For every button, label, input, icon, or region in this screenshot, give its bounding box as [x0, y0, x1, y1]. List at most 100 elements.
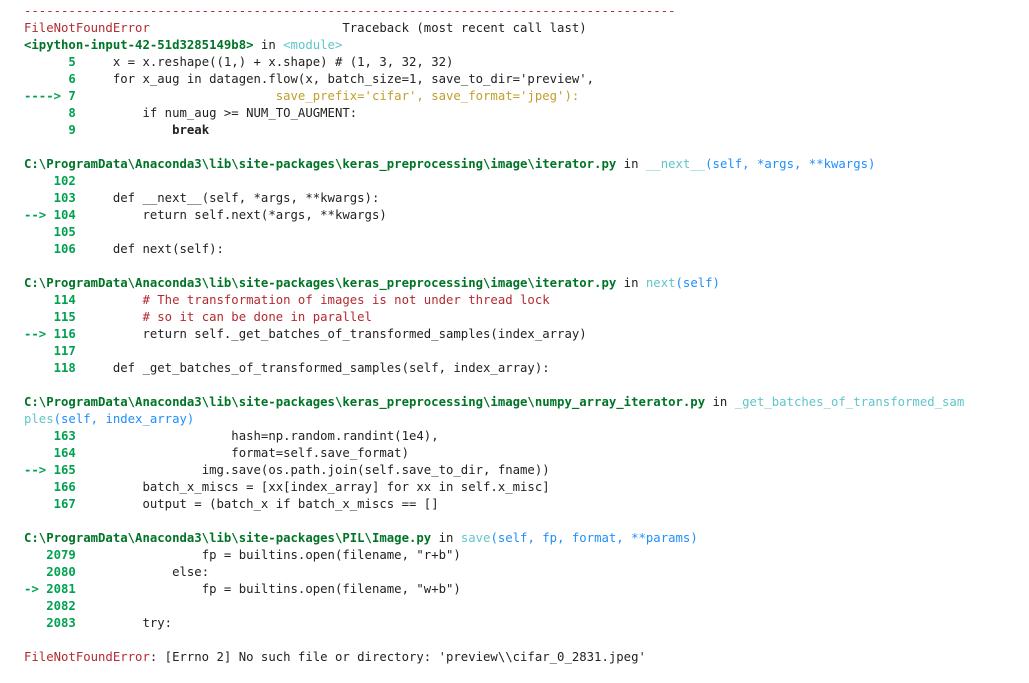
code-line: 163 hash=np.random.randint(1e4), [24, 428, 1029, 445]
frame-location: ples(self, index_array) [24, 411, 1029, 428]
code-line: --> 116 return self._get_batches_of_tran… [24, 326, 1029, 343]
code-line: 6 for x_aug in datagen.flow(x, batch_siz… [24, 71, 1029, 88]
code-line: 164 format=self.save_format) [24, 445, 1029, 462]
location-segment: next [645, 276, 676, 290]
line-code: fp = builtins.open(filename, "w+b") [83, 582, 461, 596]
location-segment: _get_batches_of_transformed_sam [734, 395, 965, 409]
location-segment: in [253, 38, 284, 52]
line-number: 167 [24, 497, 84, 511]
error-name: FileNotFoundError [24, 21, 150, 35]
location-segment: in [616, 157, 646, 171]
line-number: 5 [24, 55, 84, 69]
line-number: 102 [24, 174, 84, 188]
frame-location: C:\ProgramData\Anaconda3\lib\site-packag… [24, 394, 1029, 411]
line-code: x = x.reshape((1,) + x.shape) # (1, 3, 3… [83, 55, 454, 69]
location-segment: (self) [675, 276, 720, 290]
location-segment: C:\ProgramData\Anaconda3\lib\site-packag… [24, 531, 432, 545]
traceback-header: FileNotFoundError Traceback (most recent… [24, 20, 1029, 37]
frame-location: C:\ProgramData\Anaconda3\lib\site-packag… [24, 275, 1029, 292]
code-line: 9 break [24, 122, 1029, 139]
location-segment: C:\ProgramData\Anaconda3\lib\site-packag… [24, 276, 617, 290]
code-line: 102 [24, 173, 1029, 190]
line-number: --> 116 [24, 327, 84, 341]
location-segment: <module> [283, 38, 343, 52]
line-number: 8 [24, 106, 84, 120]
line-number: 114 [24, 293, 84, 307]
line-number: 117 [24, 344, 84, 358]
frame-location: C:\ProgramData\Anaconda3\lib\site-packag… [24, 156, 1029, 173]
traceback-frames: <ipython-input-42-51d3285149b8> in <modu… [24, 37, 1029, 632]
frame-location: C:\ProgramData\Anaconda3\lib\site-packag… [24, 530, 1029, 547]
final-error-message: : [Errno 2] No such file or directory: '… [149, 650, 646, 664]
code-line: 2080 else: [24, 564, 1029, 581]
line-number: 163 [24, 429, 84, 443]
code-line: 2083 try: [24, 615, 1029, 632]
line-number: --> 165 [24, 463, 84, 477]
line-code: save_prefix='cifar', save_format='jpeg')… [83, 89, 580, 103]
line-code: else: [83, 565, 210, 579]
code-line: 5 x = x.reshape((1,) + x.shape) # (1, 3,… [24, 54, 1029, 71]
location-segment: ples [24, 412, 54, 426]
location-segment: <ipython-input-42-51d3285149b8> [24, 38, 254, 52]
traceback-label: Traceback (most recent call last) [342, 21, 587, 35]
code-line: 166 batch_x_miscs = [xx[index_array] for… [24, 479, 1029, 496]
line-number: 105 [24, 225, 84, 239]
line-number: 118 [24, 361, 84, 375]
line-code: batch_x_miscs = [xx[index_array] for xx … [83, 480, 550, 494]
line-code: def __next__(self, *args, **kwargs): [83, 191, 380, 205]
line-code: def _get_batches_of_transformed_samples(… [83, 361, 550, 375]
line-number: 2082 [24, 599, 84, 613]
location-segment: (self, fp, format, **params) [490, 531, 698, 545]
code-line: 2082 [24, 598, 1029, 615]
code-line: 167 output = (batch_x if batch_x_miscs =… [24, 496, 1029, 513]
code-line: 2079 fp = builtins.open(filename, "r+b") [24, 547, 1029, 564]
line-code: try: [83, 616, 173, 630]
code-line: 103 def __next__(self, *args, **kwargs): [24, 190, 1029, 207]
line-code: hash=np.random.randint(1e4), [83, 429, 439, 443]
line-code: return self._get_batches_of_transformed_… [83, 327, 587, 341]
code-line: 106 def next(self): [24, 241, 1029, 258]
location-segment: save [460, 531, 491, 545]
location-segment: in [431, 531, 461, 545]
line-number: 103 [24, 191, 84, 205]
line-number: 2080 [24, 565, 84, 579]
location-segment: C:\ProgramData\Anaconda3\lib\site-packag… [24, 395, 706, 409]
line-code: break [83, 123, 210, 137]
location-segment: (self, *args, **kwargs) [705, 157, 876, 171]
line-number: 106 [24, 242, 84, 256]
line-code: # so it can be done in parallel [83, 310, 372, 324]
frame-location: <ipython-input-42-51d3285149b8> in <modu… [24, 37, 1029, 54]
code-line: 115 # so it can be done in parallel [24, 309, 1029, 326]
final-error-line: FileNotFoundError: [Errno 2] No such fil… [24, 649, 1029, 666]
location-segment: in [616, 276, 646, 290]
final-error-name: FileNotFoundError [24, 650, 150, 664]
code-line: --> 104 return self.next(*args, **kwargs… [24, 207, 1029, 224]
location-segment: C:\ProgramData\Anaconda3\lib\site-packag… [24, 157, 617, 171]
location-segment: in [705, 395, 735, 409]
line-code: format=self.save_format) [83, 446, 409, 460]
code-line: 8 if num_aug >= NUM_TO_AUGMENT: [24, 105, 1029, 122]
code-line: 118 def _get_batches_of_transformed_samp… [24, 360, 1029, 377]
line-code: def next(self): [83, 242, 224, 256]
code-line: 105 [24, 224, 1029, 241]
line-code: fp = builtins.open(filename, "r+b") [83, 548, 461, 562]
line-number: 6 [24, 72, 84, 86]
line-number: --> 104 [24, 208, 84, 222]
code-line: -> 2081 fp = builtins.open(filename, "w+… [24, 581, 1029, 598]
header-spacer [150, 21, 343, 35]
traceback-frame: C:\ProgramData\Anaconda3\lib\site-packag… [24, 530, 1029, 632]
location-segment: (self, index_array) [53, 412, 195, 426]
line-code: if num_aug >= NUM_TO_AUGMENT: [83, 106, 358, 120]
line-number: 2083 [24, 616, 84, 630]
line-code: img.save(os.path.join(self.save_to_dir, … [83, 463, 550, 477]
traceback-frame: C:\ProgramData\Anaconda3\lib\site-packag… [24, 275, 1029, 377]
line-number: 166 [24, 480, 84, 494]
line-number: -> 2081 [24, 582, 84, 596]
code-line: 114 # The transformation of images is no… [24, 292, 1029, 309]
line-number: 115 [24, 310, 84, 324]
line-number: 2079 [24, 548, 84, 562]
code-line: --> 165 img.save(os.path.join(self.save_… [24, 462, 1029, 479]
traceback-frame: <ipython-input-42-51d3285149b8> in <modu… [24, 37, 1029, 139]
line-number: 164 [24, 446, 84, 460]
line-code: for x_aug in datagen.flow(x, batch_size=… [83, 72, 595, 86]
